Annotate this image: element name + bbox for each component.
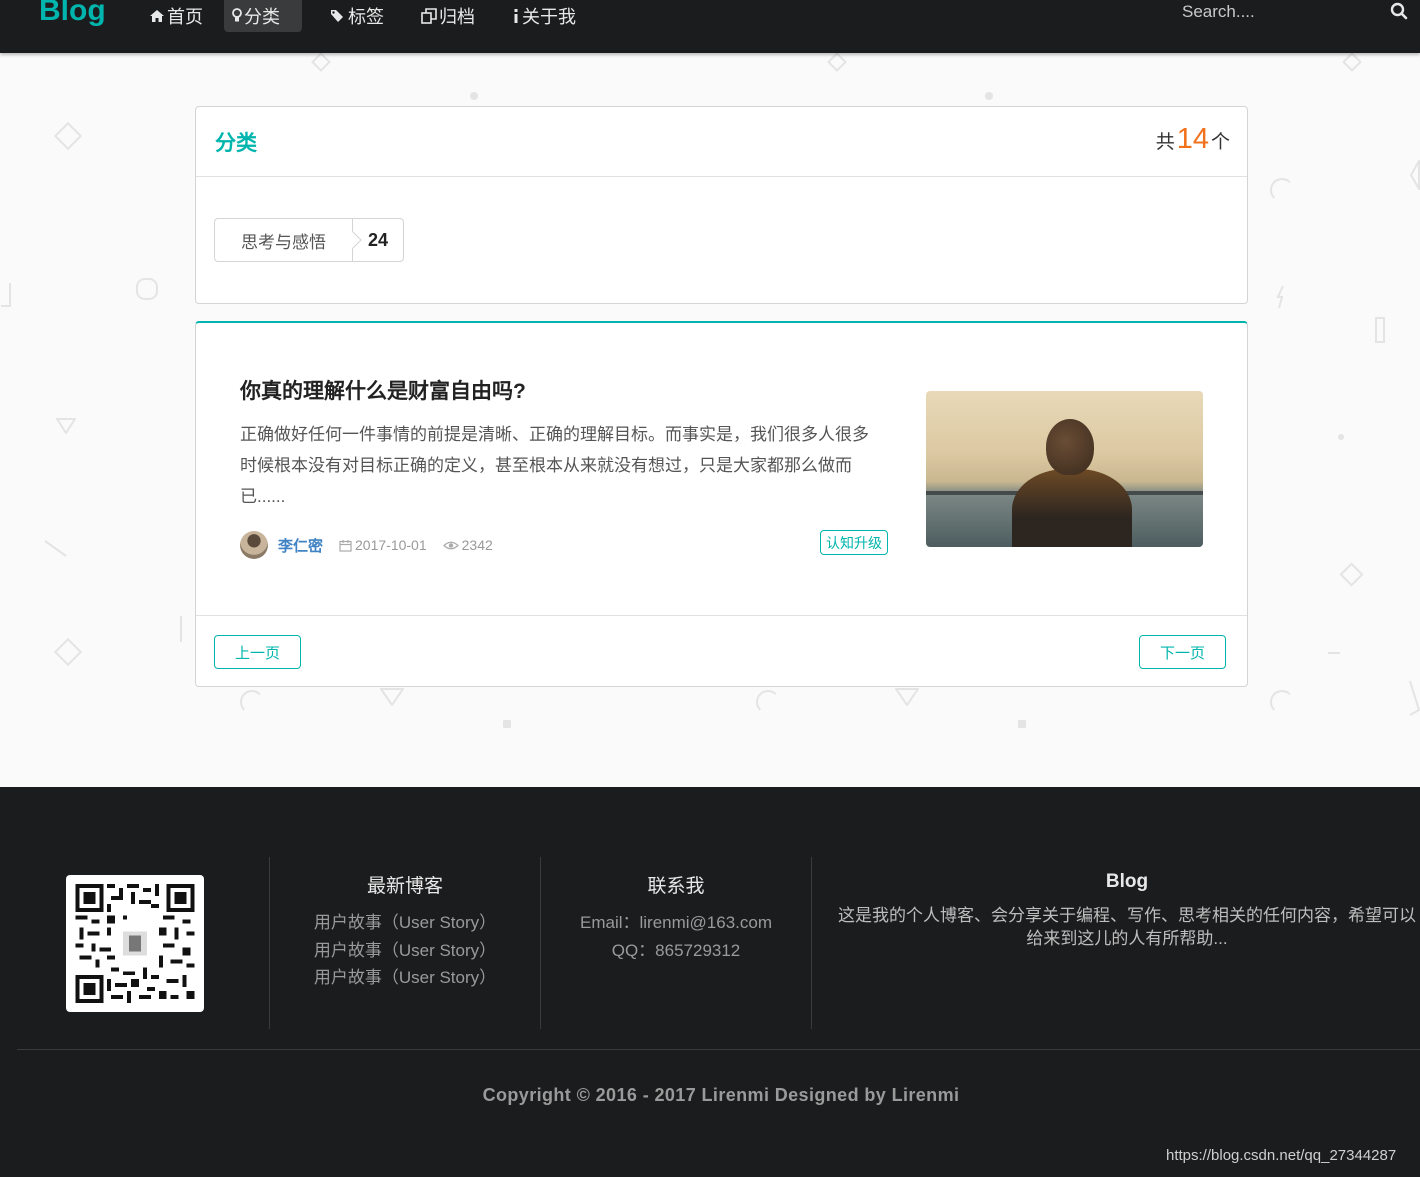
nav-item-tags-label: 标签	[348, 7, 384, 27]
image-figure-body	[1012, 469, 1132, 547]
home-icon	[150, 10, 164, 22]
prev-page-button[interactable]: 上一页	[214, 635, 302, 669]
avatar	[240, 531, 268, 559]
footer-contact-email: Email：lirenmi@163.com	[579, 913, 773, 932]
footer-about-blog: Blog 这是我的个人博客、会分享关于编程、写作、思考相关的任何内容，希望可以给…	[830, 871, 1420, 950]
search-icon[interactable]	[1390, 2, 1408, 20]
footer-copyright: Copyright © 2016 - 2017 Lirenmi Designed…	[482, 1085, 960, 1105]
calendar-icon	[339, 539, 352, 552]
qr-code-icon	[75, 884, 195, 1003]
post-date: 2017-10-01	[339, 537, 427, 553]
bg-arc-shape	[240, 690, 264, 714]
category-count-suffix: 个	[1210, 132, 1230, 153]
footer-latest-link[interactable]: 用户故事（User Story）	[270, 937, 540, 965]
nav-item-category[interactable]: 分类	[224, 0, 302, 32]
bg-arc-shape	[1270, 690, 1294, 714]
footer-contact-qq: QQ：865729312	[611, 940, 741, 960]
footer-latest-link[interactable]: 用户故事（User Story）	[270, 964, 540, 992]
footer-latest-title: 最新博客	[366, 876, 443, 897]
category-count-number: 14	[1176, 123, 1209, 155]
post-meta: 李仁密 2017-10-01 2342	[240, 531, 509, 559]
footer-contact-title: 联系我	[647, 876, 705, 897]
bg-hexagon-shape	[136, 278, 158, 300]
footer-latest-blogs: 最新博客 用户故事（User Story） 用户故事（User Story） 用…	[270, 871, 540, 992]
nav-item-archive[interactable]: 归档	[413, 0, 483, 32]
bg-triangle-shape	[1409, 680, 1420, 716]
category-count: 共 14 个	[1156, 125, 1230, 154]
footer-blog-description: 这是我的个人博客、会分享关于编程、写作、思考相关的任何内容，希望可以给来到这儿的…	[838, 906, 1416, 948]
pagination-divider	[196, 615, 1247, 616]
search-box	[1174, 0, 1420, 26]
bg-dot	[503, 720, 511, 728]
brand-logo[interactable]: Blog	[39, 0, 106, 28]
category-panel-header: 分类 共 14 个	[196, 107, 1247, 177]
footer-contact: 联系我 Email：lirenmi@163.com QQ：865729312	[541, 871, 811, 964]
bg-line-shape	[1, 283, 11, 307]
nav-item-about-label: 关于我	[522, 7, 576, 27]
bg-line-shape	[180, 616, 182, 642]
post-list-panel: 你真的理解什么是财富自由吗? 正确做好任何一件事情的前提是清晰、正确的理解目标。…	[195, 321, 1248, 687]
footer-latest-link[interactable]: 用户故事（User Story）	[270, 909, 540, 937]
category-panel: 分类 共 14 个 思考与感悟 24	[195, 106, 1248, 304]
category-panel-title: 分类	[215, 132, 257, 155]
post-tag-badge[interactable]: 认知升级	[820, 530, 888, 555]
nav-item-archive-label: 归档	[439, 7, 475, 27]
bg-dot	[470, 92, 478, 100]
page-footer: 最新博客 用户故事（User Story） 用户故事（User Story） 用…	[0, 787, 1420, 1177]
nav-item-tags[interactable]: 标签	[322, 0, 392, 32]
eye-icon	[442, 541, 459, 549]
nav-item-home[interactable]: 首页	[141, 0, 211, 32]
post-views-text: 2342	[461, 537, 493, 553]
bg-arc-shape	[1270, 178, 1294, 202]
wechat-qr-code	[66, 875, 204, 1012]
category-count-prefix: 共	[1155, 132, 1175, 153]
tags-icon	[331, 10, 343, 22]
category-label-thinking[interactable]: 思考与感悟 24	[214, 218, 405, 262]
bg-triangle-shape	[380, 688, 404, 706]
bg-diamond-shape	[827, 52, 847, 72]
footer-blog-title: Blog	[1105, 871, 1149, 892]
bg-arc-shape	[756, 690, 780, 714]
bg-diamond-shape	[1342, 52, 1362, 72]
image-figure-head	[1046, 419, 1094, 475]
idea-icon	[232, 8, 242, 22]
bg-diamond-shape	[53, 121, 83, 151]
bg-line-shape	[44, 540, 67, 557]
post-views: 2342	[442, 537, 493, 553]
nav-item-about[interactable]: 关于我	[504, 0, 584, 32]
footer-horizontal-divider	[17, 1049, 1420, 1050]
bg-diamond-shape	[53, 637, 83, 667]
info-icon	[514, 9, 518, 23]
post-date-text: 2017-10-01	[355, 537, 427, 553]
bg-dot	[985, 92, 993, 100]
next-page-button[interactable]: 下一页	[1138, 635, 1226, 669]
bg-triangle-shape	[895, 688, 919, 706]
post-thumbnail-image[interactable]	[926, 391, 1203, 547]
category-label-name: 思考与感悟	[215, 219, 353, 261]
nav-item-category-label: 分类	[244, 7, 280, 27]
footer-divider	[811, 857, 812, 1029]
bg-triangle-shape	[1410, 160, 1420, 190]
nav-item-home-label: 首页	[167, 7, 203, 27]
top-navbar: Blog 首页 分类 标签 归档 关于我	[0, 0, 1420, 53]
csdn-watermark: https://blog.csdn.net/qq_27344287	[1166, 1147, 1397, 1164]
bg-rect-shape	[1375, 317, 1385, 343]
search-input[interactable]	[1182, 0, 1382, 24]
bg-bolt-shape	[1276, 285, 1284, 309]
clone-icon	[421, 8, 437, 24]
bg-dot	[1338, 434, 1344, 440]
bg-line-shape	[1328, 652, 1340, 654]
bg-diamond-shape	[311, 52, 331, 72]
post-excerpt: 正确做好任何一件事情的前提是清晰、正确的理解目标。而事实是，我们很多人很多时候根…	[240, 425, 869, 506]
bg-dot	[1018, 720, 1026, 728]
bg-triangle-shape	[56, 418, 76, 434]
post-title[interactable]: 你真的理解什么是财富自由吗?	[240, 375, 526, 405]
post-author-link[interactable]: 李仁密	[278, 535, 323, 556]
bg-diamond-shape	[1339, 562, 1364, 587]
